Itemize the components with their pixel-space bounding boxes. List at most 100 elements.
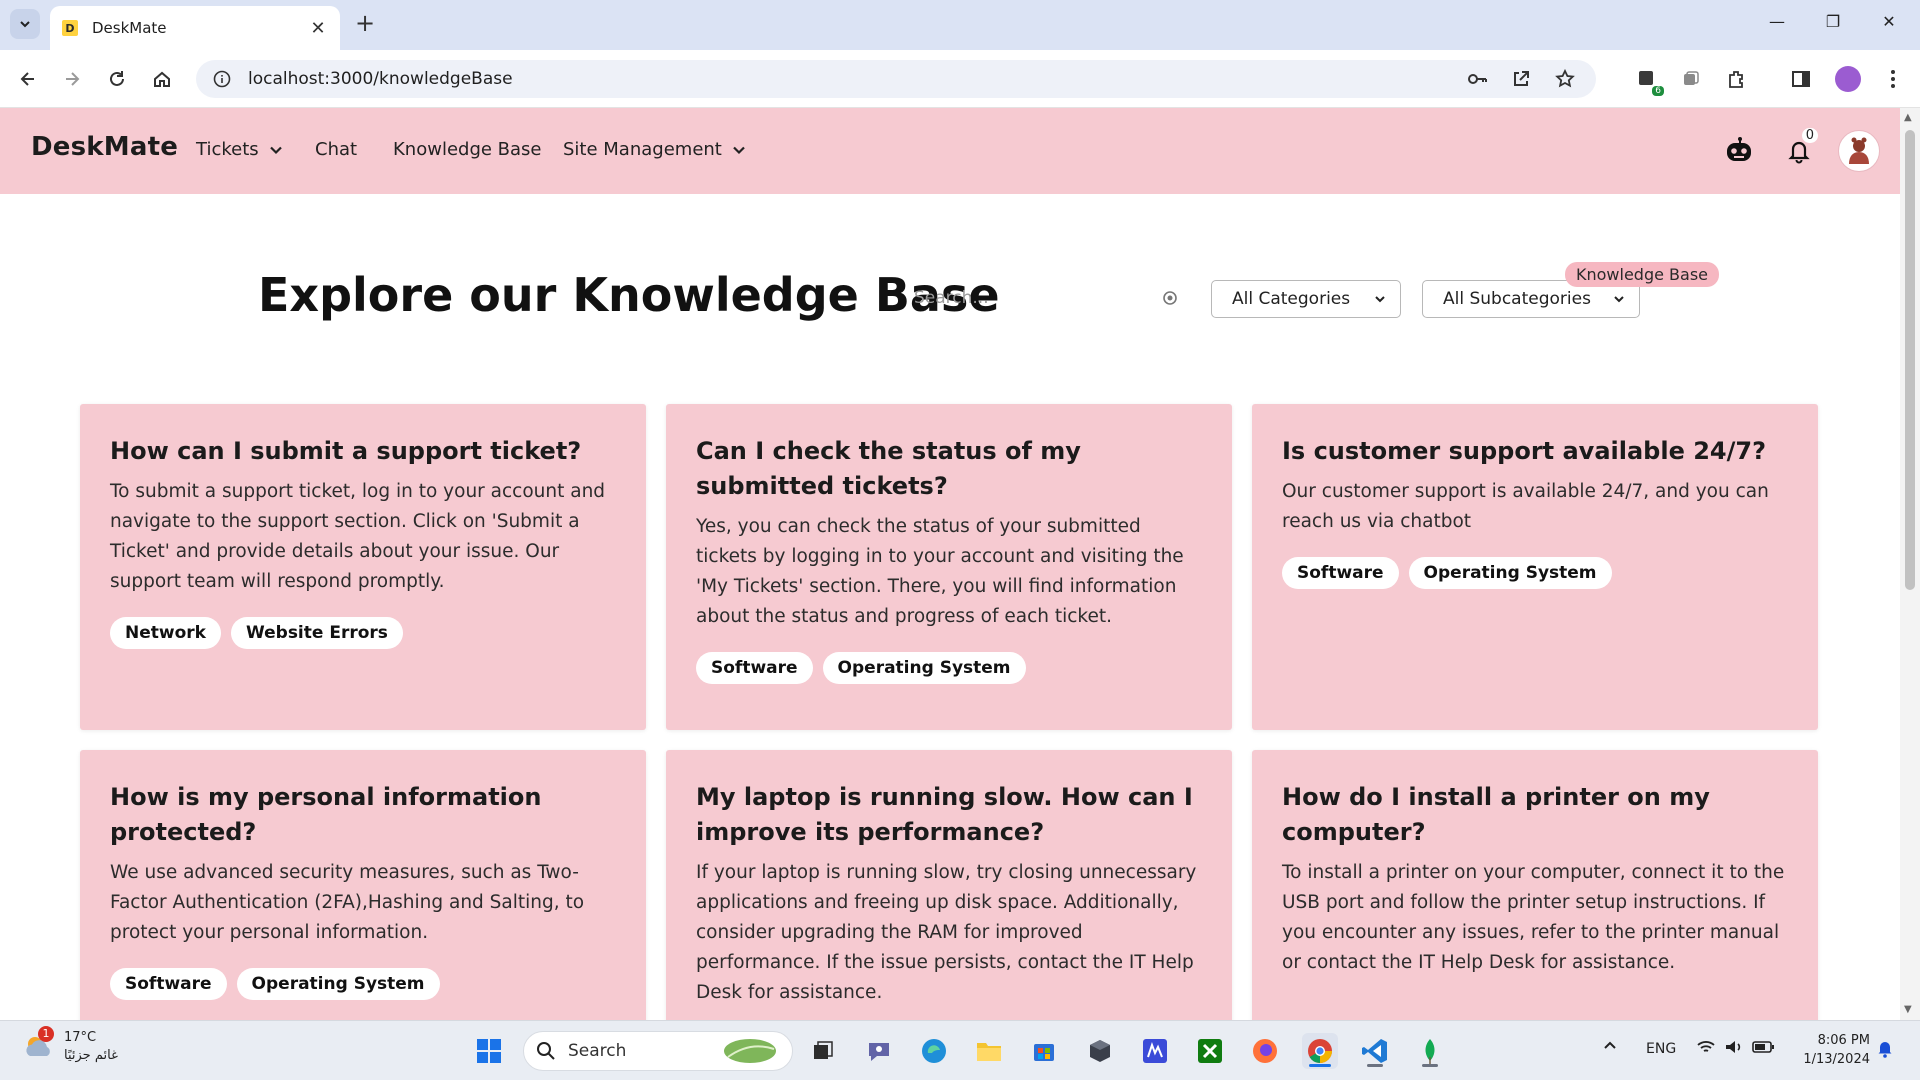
article-body: We use advanced security measures, such …: [110, 862, 585, 943]
article-tags: Network Website Errors: [110, 617, 616, 649]
mongodb-compass-icon[interactable]: [1412, 1033, 1448, 1069]
extension-2-icon[interactable]: [1676, 64, 1706, 94]
search-icon[interactable]: [1160, 288, 1180, 308]
microsoft-store-icon[interactable]: [1026, 1033, 1062, 1069]
category-select-value: All Categories: [1232, 289, 1351, 309]
search-input[interactable]: [900, 288, 1160, 308]
article-card[interactable]: My laptop is running slow. How can I imp…: [666, 750, 1232, 1020]
subcategory-tag[interactable]: Operating System: [822, 652, 1026, 684]
new-tab-button[interactable]: +: [352, 11, 378, 37]
tab-search-button[interactable]: [10, 9, 40, 39]
language-indicator[interactable]: ENG: [1646, 1041, 1676, 1057]
article-body: Yes, you can check the status of your su…: [696, 516, 1184, 627]
active-app-indicator: [1309, 1064, 1331, 1067]
teams-chat-icon[interactable]: [861, 1033, 897, 1069]
weather-description: غائم جزئيًا: [64, 1048, 118, 1063]
key-icon[interactable]: [1462, 64, 1492, 94]
weather-cloud-icon: 1: [22, 1026, 56, 1064]
scroll-down-icon[interactable]: ▼: [1904, 1004, 1912, 1015]
nav-tickets[interactable]: Tickets: [196, 139, 283, 160]
article-title: How is my personal information protected…: [110, 783, 542, 846]
site-info-icon[interactable]: [212, 69, 232, 89]
notifications-bell-icon[interactable]: 0: [1782, 128, 1818, 168]
category-tag[interactable]: Software: [110, 968, 227, 1000]
address-bar[interactable]: localhost:3000/knowledgeBase: [196, 60, 1596, 98]
running-app-indicator: [1367, 1064, 1383, 1067]
article-title: How do I install a printer on my compute…: [1282, 783, 1710, 846]
back-icon[interactable]: [14, 65, 42, 93]
nav-site-management[interactable]: Site Management: [563, 139, 746, 160]
category-select[interactable]: All Categories: [1211, 280, 1401, 318]
chevron-down-icon: [1375, 296, 1385, 303]
battery-icon[interactable]: [1752, 1040, 1776, 1058]
restore-icon[interactable]: ❐: [1818, 12, 1848, 31]
extension-icon[interactable]: 6: [1632, 64, 1664, 96]
chatbot-icon[interactable]: [1722, 134, 1756, 168]
chrome-icon[interactable]: [1302, 1033, 1338, 1069]
article-card[interactable]: Is customer support available 24/7? Our …: [1252, 404, 1818, 730]
search-icon: [537, 1042, 555, 1060]
weather-alert-badge: 1: [38, 1026, 54, 1042]
minimize-icon[interactable]: —: [1762, 12, 1792, 31]
reload-icon[interactable]: [103, 65, 131, 93]
page-scrollbar[interactable]: ▲ ▼: [1900, 108, 1920, 1020]
file-explorer-icon[interactable]: [971, 1033, 1007, 1069]
nav-tickets-label: Tickets: [196, 139, 259, 160]
favicon-icon: D: [62, 20, 78, 36]
vscode-icon[interactable]: [1357, 1033, 1393, 1069]
subcategory-tag[interactable]: Operating System: [1408, 557, 1612, 589]
app-navbar: DeskMate Tickets Chat Knowledge Base Sit…: [0, 108, 1900, 194]
article-body: If your laptop is running slow, try clos…: [696, 862, 1197, 1003]
brand-logo[interactable]: DeskMate: [31, 132, 178, 162]
page-viewport: DeskMate Tickets Chat Knowledge Base Sit…: [0, 108, 1900, 1020]
edge-browser-icon[interactable]: [916, 1033, 952, 1069]
home-icon[interactable]: [148, 65, 176, 93]
chevron-down-icon: [269, 146, 282, 154]
nav-site-management-label: Site Management: [563, 139, 722, 160]
profile-avatar[interactable]: [1833, 64, 1863, 94]
weather-widget[interactable]: 1 17°C غائم جزئيًا: [22, 1026, 118, 1065]
windows-taskbar: 1 17°C غائم جزئيًا Search ENG 8:06 PM 1/…: [0, 1020, 1920, 1080]
nav-knowledge-base[interactable]: Knowledge Base: [393, 139, 542, 160]
category-tag[interactable]: Network: [110, 617, 221, 649]
close-tab-icon[interactable]: ✕: [308, 18, 328, 39]
open-external-icon[interactable]: [1506, 64, 1536, 94]
task-view-icon[interactable]: [805, 1033, 841, 1069]
extensions-puzzle-icon[interactable]: [1722, 64, 1752, 94]
url-text[interactable]: localhost:3000/knowledgeBase: [248, 69, 1448, 89]
cube-app-icon[interactable]: [1082, 1033, 1118, 1069]
system-clock[interactable]: 8:06 PM 1/13/2024: [1790, 1031, 1870, 1069]
xbox-icon[interactable]: [1192, 1033, 1228, 1069]
browser-tab-active[interactable]: D DeskMate ✕: [50, 6, 340, 50]
article-card[interactable]: How is my personal information protected…: [80, 750, 646, 1020]
taskbar-search[interactable]: Search: [523, 1031, 793, 1071]
firefox-icon[interactable]: [1247, 1033, 1283, 1069]
chevron-down-icon: [1614, 296, 1624, 303]
forward-icon[interactable]: [58, 65, 86, 93]
subcategory-tag[interactable]: Website Errors: [230, 617, 403, 649]
nav-chat[interactable]: Chat: [315, 139, 357, 160]
scroll-up-icon[interactable]: ▲: [1904, 112, 1912, 123]
tray-overflow-icon[interactable]: [1602, 1037, 1618, 1057]
nav-tooltip: Knowledge Base: [1565, 262, 1719, 287]
side-panel-icon[interactable]: [1786, 64, 1816, 94]
close-window-icon[interactable]: ✕: [1874, 12, 1904, 31]
subcategory-tag[interactable]: Operating System: [236, 968, 440, 1000]
article-card[interactable]: Can I check the status of my submitted t…: [666, 404, 1232, 730]
category-tag[interactable]: Software: [696, 652, 813, 684]
bookmark-star-icon[interactable]: [1550, 64, 1580, 94]
article-card[interactable]: How do I install a printer on my compute…: [1252, 750, 1818, 1020]
article-title: My laptop is running slow. How can I imp…: [696, 783, 1193, 846]
wifi-icon[interactable]: [1696, 1039, 1716, 1059]
browser-menu-icon[interactable]: [1878, 64, 1908, 94]
scrollbar-thumb[interactable]: [1905, 130, 1915, 590]
article-card[interactable]: How can I submit a support ticket? To su…: [80, 404, 646, 730]
clock-date: 1/13/2024: [1803, 1052, 1870, 1067]
notification-center-icon[interactable]: [1876, 1038, 1894, 1062]
user-avatar[interactable]: [1838, 130, 1880, 172]
windows-start-icon[interactable]: [471, 1033, 507, 1069]
editor-app-icon[interactable]: [1137, 1033, 1173, 1069]
article-body: To submit a support ticket, log in to yo…: [110, 481, 606, 592]
category-tag[interactable]: Software: [1282, 557, 1399, 589]
volume-icon[interactable]: [1724, 1039, 1744, 1059]
